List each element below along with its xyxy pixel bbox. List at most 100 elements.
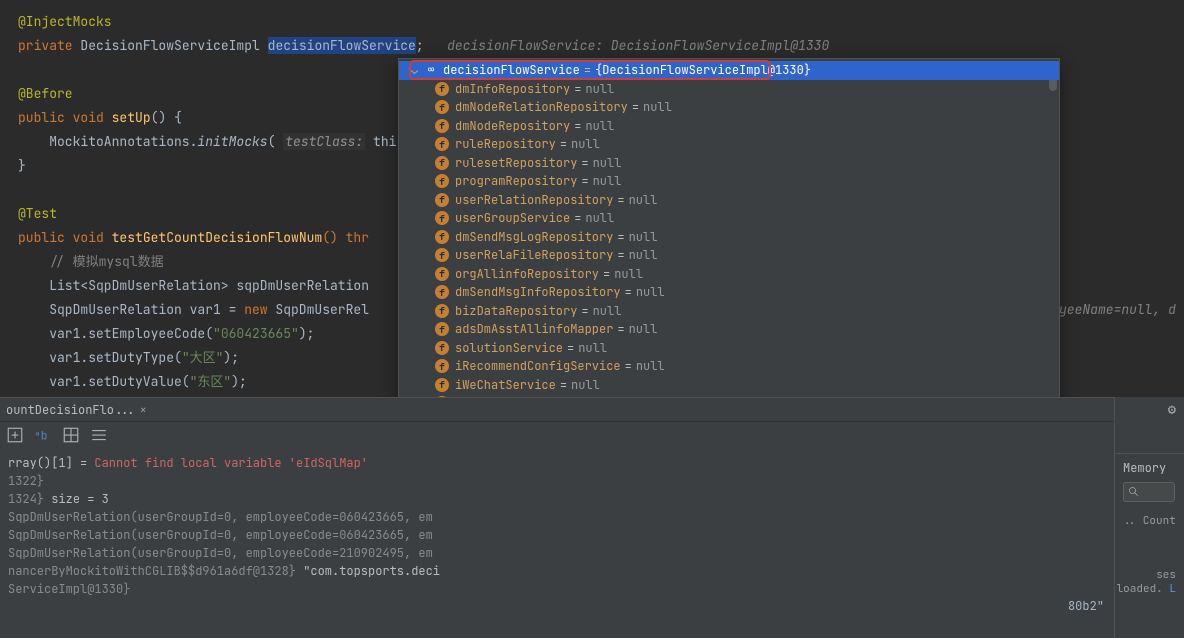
var-value: null — [585, 81, 614, 97]
load-link[interactable]: L — [1169, 582, 1176, 596]
brace: } — [18, 157, 26, 174]
var-value: null — [629, 192, 658, 208]
var-name: programRepository — [455, 173, 577, 189]
field-icon: f — [435, 378, 449, 392]
memory-tab[interactable]: Memory .. Count — [1115, 453, 1184, 534]
tool-stack-icon[interactable] — [90, 426, 108, 444]
var-value: null — [593, 303, 622, 319]
popup-field-row[interactable]: forgAllinfoRepository=null — [399, 265, 1059, 284]
str3: "东区" — [190, 373, 232, 390]
lp: ( — [268, 133, 276, 150]
var-name: rulesetRepository — [455, 155, 577, 171]
decl2a: SqpDmUserRelation var1 = — [18, 301, 244, 318]
var-name: iRecommendConfigService — [455, 358, 621, 374]
var-line[interactable]: SqpDmUserRelation(userGroupId=0, employe… — [8, 508, 1176, 526]
field-icon: f — [435, 82, 449, 96]
var-line[interactable]: ServiceImpl@1330} — [8, 580, 1176, 598]
var-name: adsDmAsstAllinfoMapper — [455, 321, 613, 337]
var-value: null — [593, 173, 622, 189]
popup-field-row[interactable]: f bizDataRepository=null — [399, 302, 1059, 321]
eq: = — [613, 321, 628, 337]
var-name: dmNodeRepository — [455, 118, 570, 134]
var-name: ruleRepository — [455, 136, 556, 152]
tool-grid-icon[interactable] — [62, 426, 80, 444]
call3a: var1.setDutyValue( — [18, 373, 190, 390]
memory-search[interactable] — [1123, 482, 1175, 502]
field-icon: f — [435, 304, 449, 318]
eq: = — [613, 229, 628, 245]
var-line[interactable]: nancerByMockitoWithCGLIB$$d961a6df@1328}… — [8, 562, 1176, 580]
var-name: dmSendMsgInfoRepository — [455, 284, 621, 300]
popup-field-row[interactable]: fdmNodeRelationRepository=null — [399, 98, 1059, 117]
eq: = — [621, 284, 636, 300]
str2: "大区" — [182, 349, 224, 366]
var-name: dmInfoRepository — [455, 81, 570, 97]
annotation-test: @Test — [18, 205, 57, 222]
var-name: iWeChatService — [455, 377, 556, 393]
field-icon: f — [435, 193, 449, 207]
tool-ab-icon[interactable]: ᵃb — [34, 426, 52, 444]
close-icon[interactable]: × — [140, 402, 147, 418]
field-icon: f — [435, 174, 449, 188]
popup-field-row[interactable]: fadsDmAsstAllinfoMapper=null — [399, 320, 1059, 339]
var-value: null — [614, 266, 643, 282]
var-line[interactable]: SqpDmUserRelation(userGroupId=0, employe… — [8, 544, 1176, 562]
comment: // 模拟mysql数据 — [18, 253, 164, 270]
popup-field-row[interactable]: fiRecommendConfigService=null — [399, 357, 1059, 376]
field-icon: f — [435, 100, 449, 114]
field-icon: f — [435, 248, 449, 262]
tool-plus-icon[interactable] — [6, 426, 24, 444]
popup-field-row[interactable]: fuserRelaFileRepository=null — [399, 246, 1059, 265]
debugger-panel[interactable]: ountDecisionFlo... × ᵃb rray()[1] = Cann… — [0, 397, 1184, 638]
var-name: solutionService — [455, 340, 563, 356]
popup-field-row[interactable]: fiWeChatService=null — [399, 376, 1059, 395]
classes-loaded-text: ses loaded. L — [1115, 568, 1176, 596]
popup-field-row[interactable]: fdmNodeRepository=null — [399, 117, 1059, 136]
variables-pane[interactable]: rray()[1] = Cannot find local variable '… — [0, 448, 1184, 604]
var-line[interactable]: SqpDmUserRelation(userGroupId=0, employe… — [8, 526, 1176, 544]
popup-field-row[interactable]: fdmSendMsgLogRepository=null — [399, 228, 1059, 247]
kw: public void — [18, 109, 104, 126]
popup-field-row[interactable]: fruleRepository=null — [399, 135, 1059, 154]
popup-field-row[interactable]: fuserGroupService=null — [399, 209, 1059, 228]
eq: = — [613, 192, 628, 208]
new-kw: new — [244, 301, 267, 318]
eq: = — [570, 118, 585, 134]
var-value: null — [571, 377, 600, 393]
var-name: bizDataRepository — [455, 303, 577, 319]
search-icon — [1128, 486, 1140, 498]
keyword-private: private — [18, 37, 73, 54]
error-text: Cannot find local variable 'eIdSqlMap' — [94, 455, 368, 471]
popup-header-row[interactable]: ⌄ ∞ decisionFlowService = {DecisionFlowS… — [399, 61, 1059, 80]
gear-icon[interactable]: ⚙ — [1168, 401, 1176, 419]
memory-label: Memory — [1123, 460, 1176, 476]
field-icon: f — [435, 119, 449, 133]
field-icon: f — [435, 285, 449, 299]
var-line[interactable]: 1322} — [8, 472, 1176, 490]
var-value: null — [593, 155, 622, 171]
eq: = — [556, 136, 571, 152]
popup-field-row[interactable]: frulesetRepository=null — [399, 154, 1059, 173]
var-line[interactable]: 1324} size = 3 — [8, 490, 1176, 508]
static-call: initMocks — [197, 133, 267, 150]
popup-field-row[interactable]: fuserRelationRepository=null — [399, 191, 1059, 210]
field-icon: f — [435, 211, 449, 225]
eq: = — [580, 62, 595, 78]
eq: = — [577, 303, 592, 319]
popup-field-row[interactable]: fsolutionService=null — [399, 339, 1059, 358]
popup-field-row[interactable]: fdmSendMsgInfoRepository=null — [399, 283, 1059, 302]
popup-field-row[interactable]: fdmInfoRepository=null — [399, 80, 1059, 99]
watch-icon: ∞ — [423, 63, 439, 77]
field-name: decisionFlowService — [268, 37, 416, 54]
field-icon: f — [435, 267, 449, 281]
field-icon: f — [435, 341, 449, 355]
var-line[interactable]: rray()[1] = Cannot find local variable '… — [8, 454, 1176, 472]
chevron-down-icon[interactable]: ⌄ — [411, 62, 423, 78]
popup-field-row[interactable]: fprogramRepository=null — [399, 172, 1059, 191]
field-icon: f — [435, 230, 449, 244]
var-name: dmSendMsgLogRepository — [455, 229, 613, 245]
decl2c: SqpDmUserRel — [268, 301, 369, 318]
semi3: ); — [231, 373, 247, 390]
field-icon: f — [435, 322, 449, 336]
debug-tab[interactable]: ountDecisionFlo... — [6, 402, 136, 418]
